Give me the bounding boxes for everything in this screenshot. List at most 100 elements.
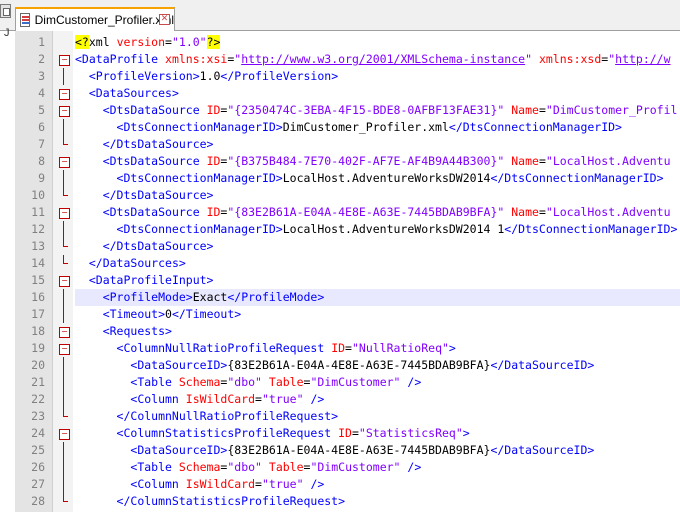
xml-file-icon: [20, 13, 30, 27]
code-line[interactable]: 13 </DtsDataSource>: [15, 238, 680, 255]
token-txt: LocalHost.AdventureWorksDW2014: [282, 171, 491, 185]
fold-line-icon: [59, 187, 68, 204]
document-map-icon[interactable]: [0, 4, 11, 18]
token-attr: Table: [268, 460, 304, 474]
line-number: 22: [31, 392, 45, 406]
token-txt: {83E2B61A-E04A-4E8E-A63E-7445BDAB9BFA}: [227, 443, 491, 457]
code-line[interactable]: 11 <DtsDataSource ID = "{83E2B61A-E04A-4E8…: [15, 204, 680, 221]
code-line[interactable]: 21 <Table Schema="dbo" Table="DimCustome…: [15, 374, 680, 391]
token-tag: <Requests>: [102, 324, 172, 338]
fold-toggle-icon[interactable]: [59, 153, 70, 170]
token-attr: ID: [206, 205, 221, 219]
code-line[interactable]: 14 </DataSources>: [15, 255, 680, 272]
code-text: <DataSourceID>{83E2B61A-E04A-4E8E-A63E-7…: [75, 357, 680, 374]
token-attr: version: [116, 35, 166, 49]
fold-toggle-icon[interactable]: [59, 102, 70, 119]
token-tag: <DtsDataSource: [102, 103, 207, 117]
code-line[interactable]: 6 <DtsConnectionManagerID>DimCustomer_Pr…: [15, 119, 680, 136]
fold-toggle-icon[interactable]: [59, 340, 70, 357]
token-tag: </ColumnStatisticsProfileRequest>: [116, 494, 346, 508]
line-number: 23: [31, 409, 45, 423]
fold-toggle-icon[interactable]: [59, 204, 70, 221]
code-line[interactable]: 19 <ColumnNullRatioProfileRequest ID="Nu…: [15, 340, 680, 357]
code-line[interactable]: 16 <ProfileMode>Exact</ProfileMode>: [15, 289, 680, 306]
token-tag: </DtsDataSource>: [102, 239, 214, 253]
code-line[interactable]: 12 <DtsConnectionManagerID>LocalHost.Adv…: [15, 221, 680, 238]
line-number: 10: [31, 188, 45, 202]
token-tag: >: [448, 341, 456, 355]
line-number: 26: [31, 460, 45, 474]
code-line[interactable]: 9 <DtsConnectionManagerID>LocalHost.Adve…: [15, 170, 680, 187]
code-line[interactable]: 27 <Column IsWildCard="true" />: [15, 476, 680, 493]
token-tag: </DtsConnectionManagerID>: [504, 222, 678, 236]
token-txt: xml: [88, 35, 117, 49]
code-line[interactable]: 24 <ColumnStatisticsProfileRequest ID="S…: [15, 425, 680, 442]
code-text: <DtsConnectionManagerID>LocalHost.Advent…: [75, 170, 680, 187]
code-line[interactable]: 7 </DtsDataSource>: [15, 136, 680, 153]
code-line[interactable]: 3 <ProfileVersion>1.0</ProfileVersion>: [15, 68, 680, 85]
code-line[interactable]: 2<DataProfile xmlns:xsi="http://www.w3.o…: [15, 51, 680, 68]
token-txt: =: [255, 392, 262, 406]
code-text: <DtsConnectionManagerID>DimCustomer_Prof…: [75, 119, 680, 136]
token-val: "DimCustomer": [310, 375, 401, 389]
line-number: 2: [38, 52, 45, 66]
token-tag: <Column: [130, 477, 186, 491]
code-editor[interactable]: 1<?xml version="1.0"?>2<DataProfile xmln…: [15, 31, 680, 512]
fold-line-icon: [59, 289, 68, 306]
code-text: <Table Schema="dbo" Table="DimCustomer" …: [75, 374, 680, 391]
code-line[interactable]: 18 <Requests>: [15, 323, 680, 340]
code-line[interactable]: 17 <Timeout>0</Timeout>: [15, 306, 680, 323]
code-line[interactable]: 20 <DataSourceID>{83E2B61A-E04A-4E8E-A63…: [15, 357, 680, 374]
code-text: </DataSources>: [75, 255, 680, 272]
token-tag: </ColumnNullRatioProfileRequest>: [116, 409, 339, 423]
token-attr: Name: [511, 103, 539, 117]
token-val: "StatisticsReq": [358, 426, 463, 440]
fold-toggle-icon[interactable]: [59, 51, 70, 68]
token-txt: =: [538, 103, 546, 117]
code-line[interactable]: 8 <DtsDataSource ID = "{B375B484-7E70-402F…: [15, 153, 680, 170]
code-text: </DtsDataSource>: [75, 136, 680, 153]
token-val: "{B375B484-7E70-402F-AF7E-AF4B9A44B300}": [227, 154, 505, 168]
code-line[interactable]: 5 <DtsDataSource ID = "{2350474C-3EBA-4F15…: [15, 102, 680, 119]
fold-line-icon: [59, 442, 68, 459]
token-val: "DimCustomer": [310, 460, 401, 474]
code-text: <?xml version="1.0"?>: [75, 34, 680, 51]
code-line[interactable]: 23 </ColumnNullRatioProfileRequest>: [15, 408, 680, 425]
code-line[interactable]: 25 <DataSourceID>{83E2B61A-E04A-4E8E-A63…: [15, 442, 680, 459]
token-attr: ID: [331, 341, 346, 355]
token-txt: 0: [165, 307, 172, 321]
token-tag: >: [462, 426, 470, 440]
code-line[interactable]: 22 <Column IsWildCard="true" />: [15, 391, 680, 408]
line-number: 28: [31, 494, 45, 508]
code-line[interactable]: 1 <?xml version="1.0"?>: [15, 34, 680, 51]
code-text: <Column IsWildCard="true" />: [75, 476, 680, 493]
line-number: 6: [38, 120, 45, 134]
token-tag: />: [303, 477, 325, 491]
token-tag: />: [400, 460, 422, 474]
token-val: "true": [261, 477, 304, 491]
line-number: 15: [31, 273, 45, 287]
fold-toggle-icon[interactable]: [59, 272, 70, 289]
token-tag: </DtsConnectionManagerID>: [448, 120, 622, 134]
fold-toggle-icon[interactable]: [59, 85, 70, 102]
code-text: </ColumnStatisticsProfileRequest>: [75, 493, 680, 510]
code-line[interactable]: 10 </DtsDataSource>: [15, 187, 680, 204]
fold-line-icon: [59, 68, 68, 85]
tab-dimcustomer-profiler[interactable]: DimCustomer_Profiler.xml ✕: [15, 7, 175, 31]
close-tab-icon[interactable]: ✕: [159, 14, 170, 25]
fold-toggle-icon[interactable]: [59, 323, 70, 340]
code-text: </DtsDataSource>: [75, 187, 680, 204]
token-tag: <ProfileMode>: [102, 290, 193, 304]
code-line[interactable]: 26 <Table Schema="dbo" Table="DimCustome…: [15, 459, 680, 476]
line-number: 5: [38, 103, 45, 117]
fold-line-icon: [59, 357, 68, 374]
fold-toggle-icon[interactable]: [59, 425, 70, 442]
line-number: 9: [38, 171, 45, 185]
token-attr: xmlns:xsi: [165, 52, 228, 66]
code-line[interactable]: 15 <DataProfileInput>: [15, 272, 680, 289]
code-text: <ProfileMode>Exact</ProfileMode>: [75, 289, 680, 306]
code-line[interactable]: 4 <DataSources>: [15, 85, 680, 102]
code-line[interactable]: 28 </ColumnStatisticsProfileRequest>: [15, 493, 680, 510]
fold-line-icon: [59, 238, 68, 255]
